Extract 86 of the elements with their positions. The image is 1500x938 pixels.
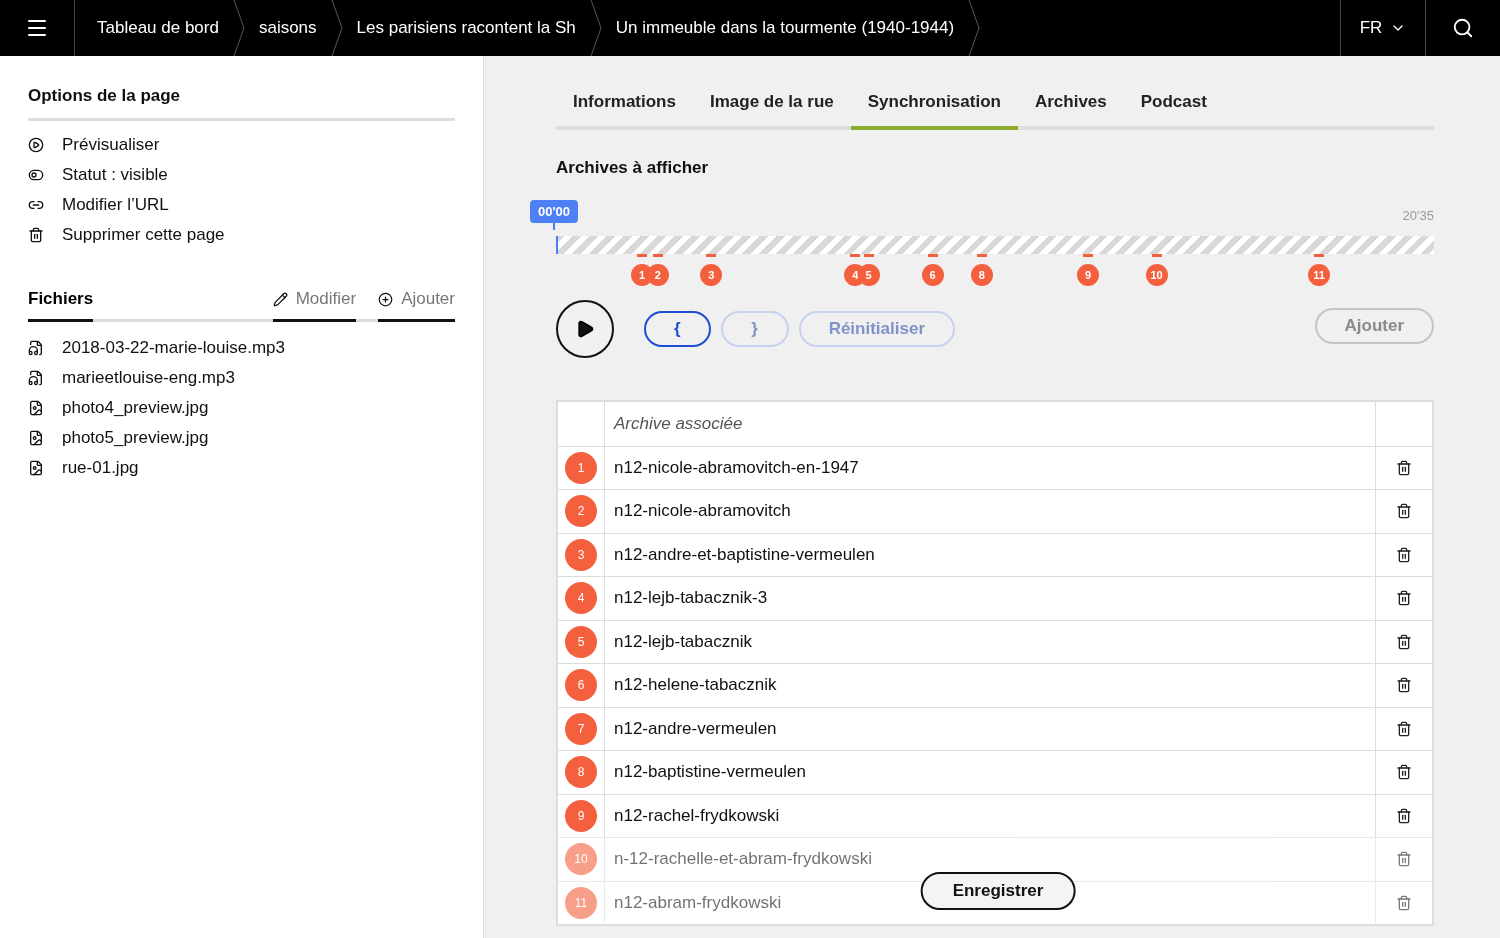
play-circle-icon <box>28 137 44 153</box>
trash-icon <box>1396 807 1412 824</box>
delete-button[interactable] <box>1396 459 1412 476</box>
save-button[interactable]: Enregistrer <box>920 872 1076 910</box>
delete-button[interactable] <box>1396 807 1412 824</box>
trash-icon <box>1396 720 1412 737</box>
table-cell: n12-nicole-abramovitch <box>605 490 1376 533</box>
current-time-label: 00'00 <box>530 200 578 223</box>
trash-icon <box>1396 894 1412 911</box>
toggle-icon <box>28 167 44 183</box>
image-file-icon <box>28 430 44 446</box>
table-cell: n12-rachel-frydkowski <box>605 794 1376 837</box>
page-option-link[interactable]: Modifier l’URL <box>28 195 455 215</box>
breadcrumb-link[interactable]: Tableau de bord <box>97 18 219 38</box>
row-number-badge: 1 <box>565 451 597 484</box>
breadcrumb-link[interactable]: Les parisiens racontent la Sh <box>356 18 576 38</box>
audio-file-icon <box>28 370 44 386</box>
row-number-badge: 4 <box>565 582 597 615</box>
chevron-separator-icon <box>589 0 602 56</box>
image-file-icon <box>28 400 44 416</box>
column-header: Archive associée <box>605 402 1376 446</box>
file-link[interactable]: 2018-03-22-marie-louise.mp3 <box>28 338 455 358</box>
pencil-icon <box>272 291 288 307</box>
delete-button[interactable] <box>1396 503 1412 520</box>
play-icon <box>575 319 595 339</box>
sidebar-title: Options de la page <box>28 86 455 121</box>
delete-button[interactable] <box>1396 633 1412 650</box>
tab[interactable]: Synchronisation <box>850 92 1018 130</box>
files-action-button[interactable]: Ajouter <box>378 289 455 322</box>
bracket-button[interactable]: { <box>644 311 711 347</box>
row-number-badge: 8 <box>565 756 597 789</box>
delete-button[interactable] <box>1396 546 1412 563</box>
trash-icon <box>1396 590 1412 607</box>
timeline-track[interactable] <box>556 236 1434 254</box>
delete-button[interactable] <box>1396 590 1412 607</box>
chevron-separator-icon <box>968 0 981 56</box>
tab[interactable]: Informations <box>556 92 693 130</box>
table-cell: n12-nicole-abramovitch-en-1947 <box>605 446 1376 489</box>
row-number-badge: 10 <box>565 843 597 876</box>
search-icon <box>1452 17 1474 39</box>
files-action-button[interactable]: Modifier <box>272 289 357 322</box>
files-title: Fichiers <box>28 289 94 322</box>
table-cell: n12-lejb-tabacznik <box>605 620 1376 663</box>
breadcrumb-link[interactable]: saisons <box>258 18 317 38</box>
table-cell: n12-lejb-tabacznik-3 <box>605 577 1376 620</box>
row-number-badge: 2 <box>565 495 597 528</box>
tab[interactable]: Archives <box>1017 92 1124 130</box>
delete-button[interactable] <box>1396 764 1412 781</box>
chevron-separator-icon <box>330 0 343 56</box>
trash-icon <box>1396 851 1412 868</box>
trash-icon <box>1396 677 1412 694</box>
table-cell: n12-helene-tabacznik <box>605 664 1376 707</box>
chevron-separator-icon <box>232 0 245 56</box>
table-cell: n12-baptistine-vermeulen <box>605 751 1376 794</box>
trash-icon <box>1396 633 1412 650</box>
page-option-link[interactable]: Statut : visible <box>28 165 455 185</box>
file-link[interactable]: photo4_preview.jpg <box>28 398 455 418</box>
file-link[interactable]: photo5_preview.jpg <box>28 428 455 448</box>
page-option-link[interactable]: Supprimer cette page <box>28 225 455 245</box>
trash-icon <box>1396 546 1412 563</box>
tab[interactable]: Podcast <box>1123 92 1224 130</box>
row-number-badge: 9 <box>565 799 597 832</box>
table-cell: n12-andre-et-baptistine-vermeulen <box>605 533 1376 576</box>
row-number-badge: 11 <box>565 886 597 919</box>
trash-icon <box>1396 503 1412 520</box>
trash-icon <box>1396 459 1412 476</box>
file-link[interactable]: rue-01.jpg <box>28 458 455 478</box>
page-option-link[interactable]: Prévisualiser <box>28 135 455 155</box>
row-number-badge: 6 <box>565 669 597 702</box>
row-number-badge: 3 <box>565 538 597 571</box>
trash-icon <box>1396 764 1412 781</box>
delete-button[interactable] <box>1396 720 1412 737</box>
delete-button[interactable] <box>1396 677 1412 694</box>
image-file-icon <box>28 460 44 476</box>
plus-circle-icon <box>378 291 394 307</box>
row-number-badge: 5 <box>565 625 597 658</box>
row-number-badge: 7 <box>565 712 597 745</box>
audio-file-icon <box>28 340 44 356</box>
duration-label: 20'35 <box>1402 207 1434 223</box>
play-button[interactable] <box>556 300 614 358</box>
section-title: Archives à afficher <box>556 158 710 178</box>
file-link[interactable]: marieetlouise-eng.mp3 <box>28 368 455 388</box>
breadcrumb-link[interactable]: Un immeuble dans la tourmente (1940-1944) <box>615 18 955 38</box>
table-cell: n12-andre-vermeulen <box>605 707 1376 750</box>
tab[interactable]: Image de la rue <box>692 92 851 130</box>
trash-icon <box>28 227 44 243</box>
